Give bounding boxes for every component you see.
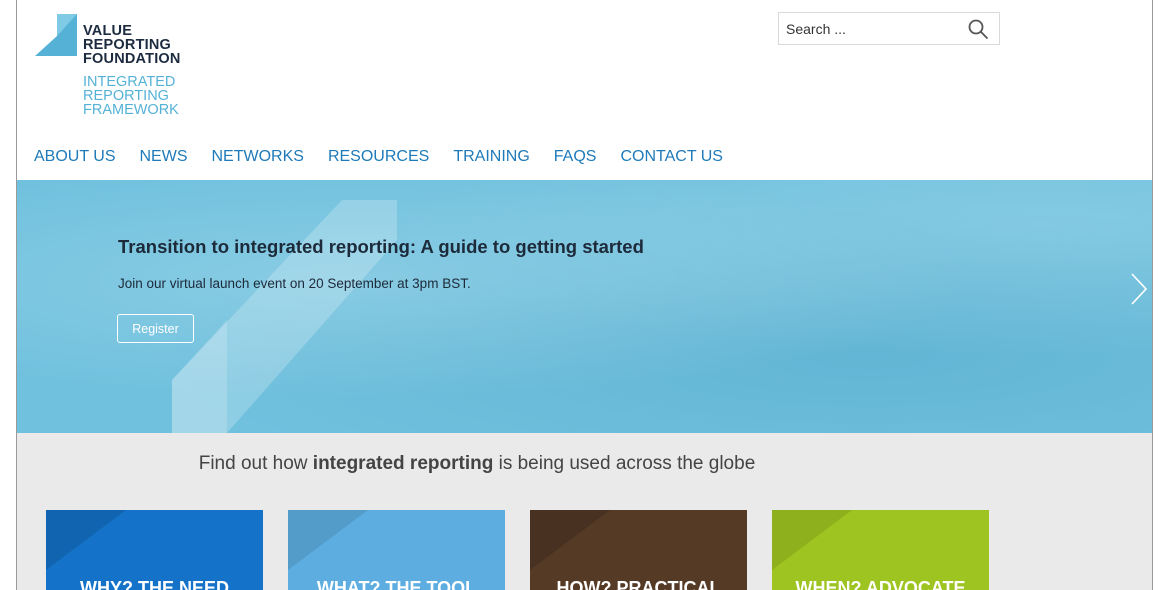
hero-decorative-shape (172, 200, 397, 433)
tile-what[interactable]: WHAT? THE TOOL (288, 510, 505, 590)
hero-subtitle: Join our virtual launch event on 20 Sept… (118, 276, 471, 291)
nav-about-us[interactable]: ABOUT US (34, 147, 116, 169)
register-button[interactable]: Register (117, 314, 194, 343)
site-logo[interactable]: VALUE REPORTING FOUNDATION INTEGRATED RE… (35, 14, 195, 124)
tile-why[interactable]: WHY? THE NEED (46, 510, 263, 590)
tile-label: WHAT? THE TOOL (316, 578, 477, 590)
hero-title: Transition to integrated reporting: A gu… (118, 236, 644, 257)
nav-contact-us[interactable]: CONTACT US (620, 147, 723, 169)
feature-section: Find out how integrated reporting is bei… (17, 433, 1152, 590)
main-nav: ABOUT US NEWS NETWORKS RESOURCES TRAININ… (34, 147, 747, 169)
nav-news[interactable]: NEWS (140, 147, 188, 169)
hero-banner: Transition to integrated reporting: A gu… (17, 180, 1152, 433)
search-input[interactable] (786, 13, 956, 44)
tagline-suffix: is being used across the globe (493, 453, 756, 474)
logo-line: FRAMEWORK (83, 102, 179, 118)
nav-faqs[interactable]: FAQS (554, 147, 597, 169)
tagline-bold: integrated reporting (312, 453, 494, 474)
nav-resources[interactable]: RESOURCES (328, 147, 429, 169)
logo-line: REPORTING (83, 88, 169, 104)
chevron-right-icon[interactable] (1130, 272, 1148, 306)
tile-when[interactable]: WHEN? ADVOCATE (772, 510, 989, 590)
page: VALUE REPORTING FOUNDATION INTEGRATED RE… (16, 0, 1153, 590)
search-icon[interactable] (967, 18, 989, 40)
tile-label: HOW? PRACTICAL (556, 578, 721, 590)
logo-line: VALUE (83, 23, 133, 39)
nav-training[interactable]: TRAINING (453, 147, 529, 169)
section-tagline: Find out how integrated reporting is bei… (17, 453, 937, 475)
tile-label: WHEN? ADVOCATE (795, 578, 966, 590)
tagline-prefix: Find out how (198, 453, 313, 474)
logo-text-secondary: INTEGRATED REPORTING FRAMEWORK (83, 74, 179, 118)
logo-line: INTEGRATED (83, 74, 176, 90)
logo-text-primary: VALUE REPORTING FOUNDATION (83, 23, 181, 67)
logo-line: REPORTING (83, 37, 171, 53)
logo-mark-icon (35, 14, 77, 56)
search-box (778, 12, 1000, 45)
logo-line: FOUNDATION (83, 51, 181, 67)
tile-label: WHY? THE NEED (79, 578, 229, 590)
nav-networks[interactable]: NETWORKS (212, 147, 304, 169)
tile-how[interactable]: HOW? PRACTICAL (530, 510, 747, 590)
